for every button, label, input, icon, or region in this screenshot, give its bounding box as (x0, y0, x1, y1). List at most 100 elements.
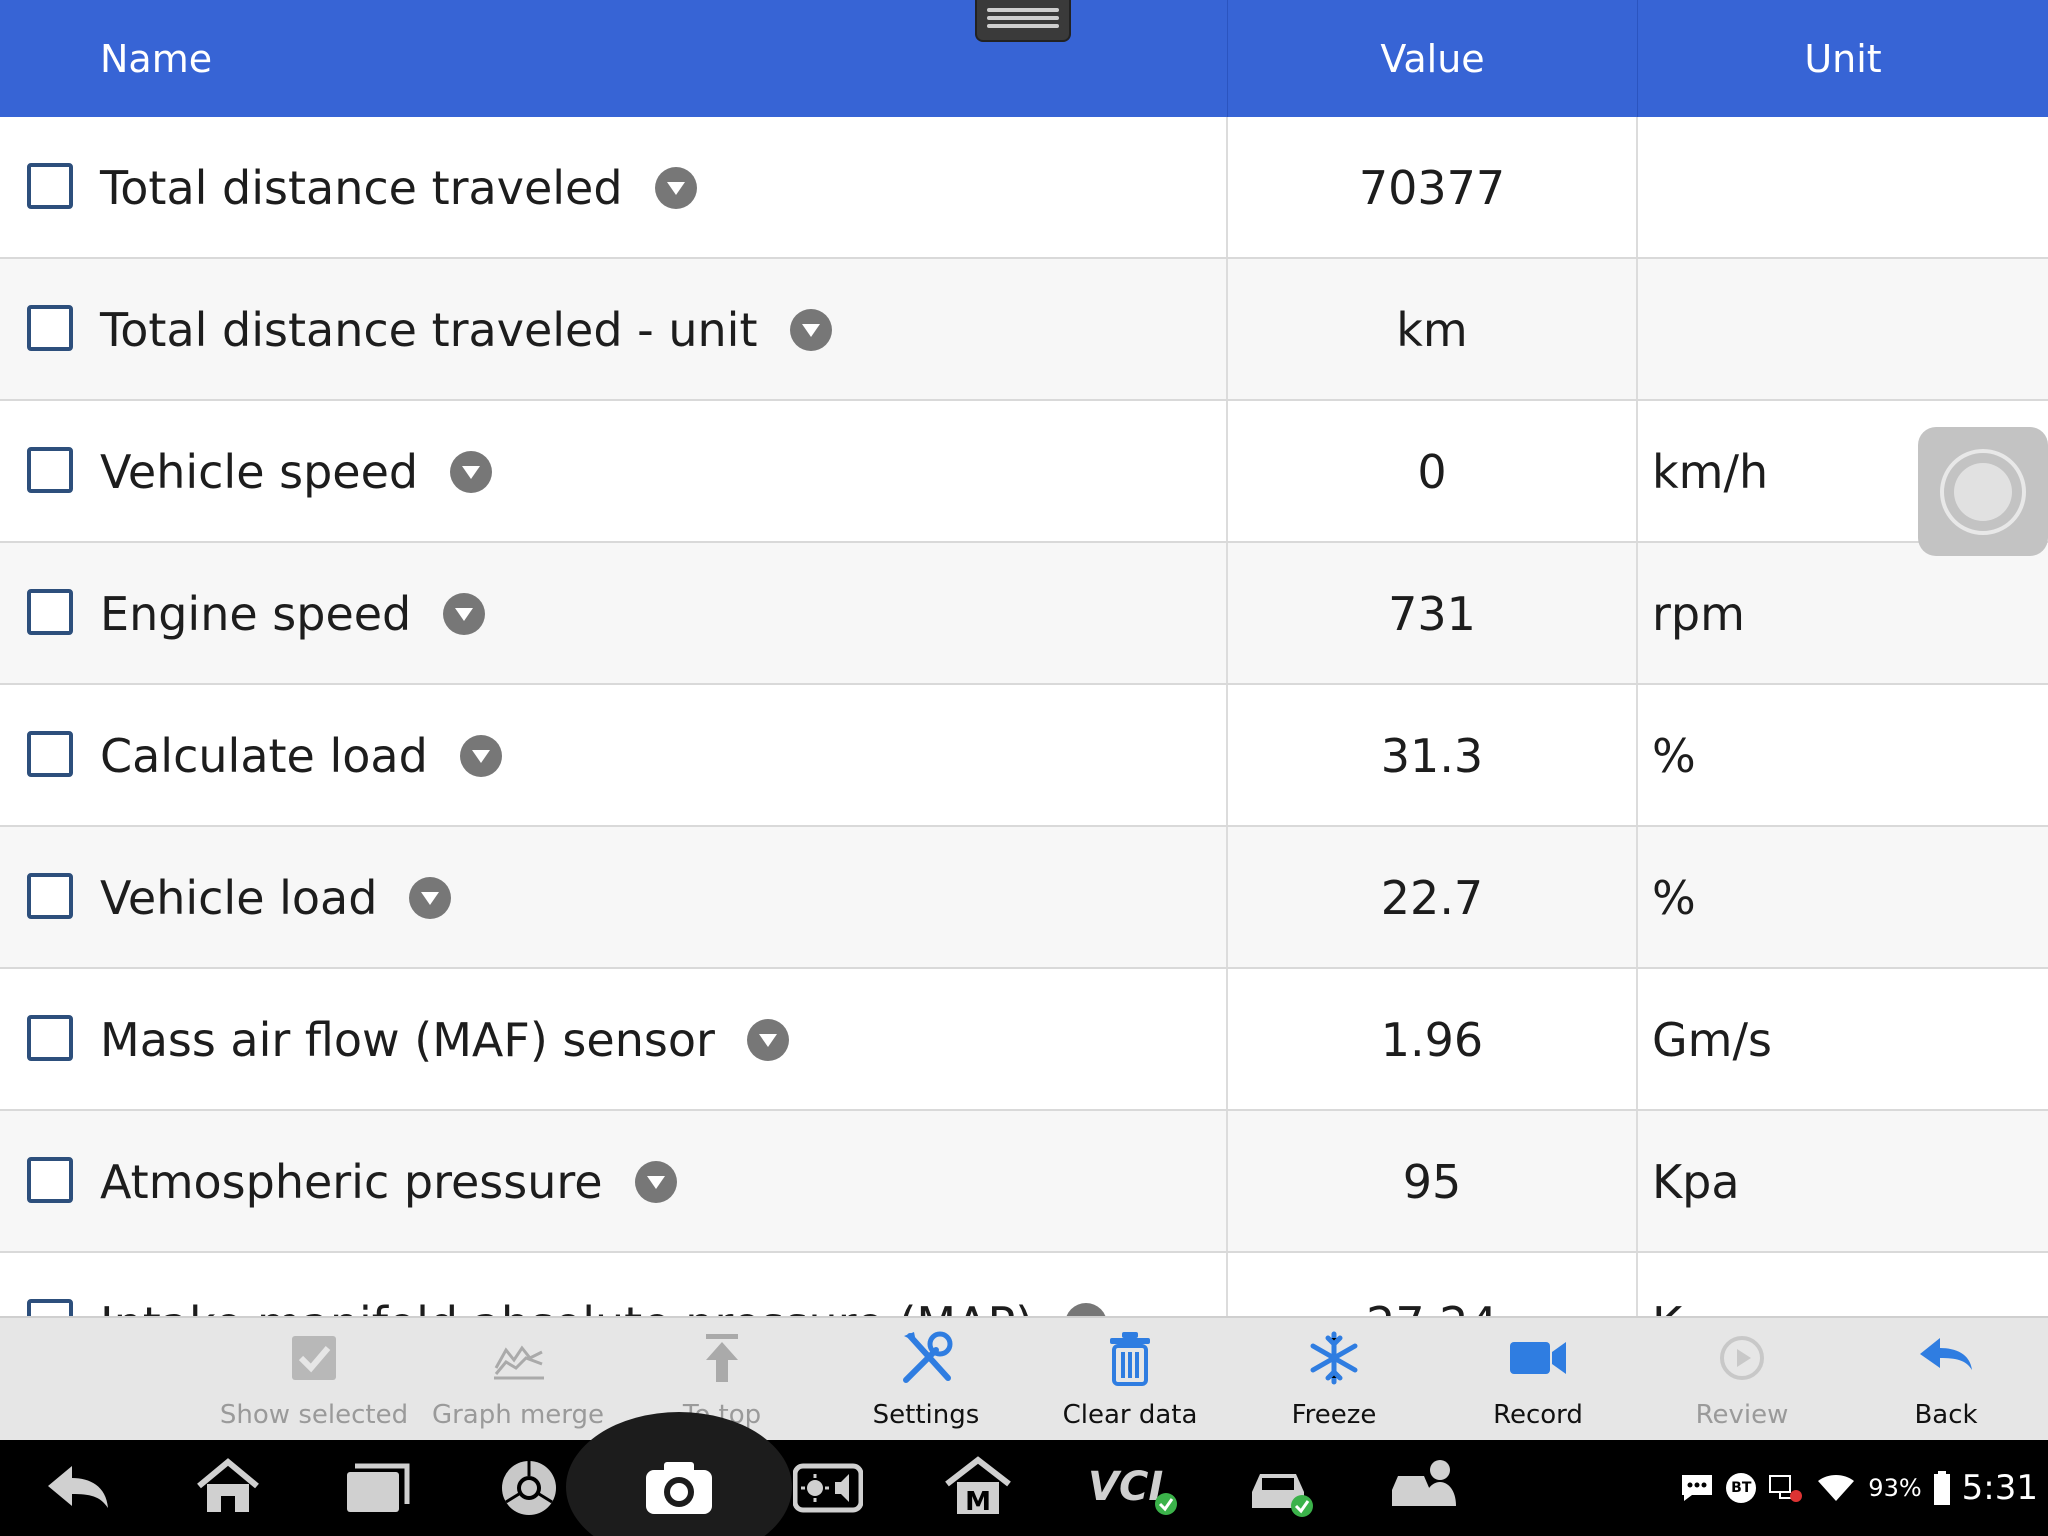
play-icon (1720, 1336, 1764, 1380)
camera-icon[interactable] (644, 1458, 714, 1518)
parameter-unit: K (1652, 1253, 1682, 1316)
parameter-name: Total distance traveled (100, 161, 623, 215)
live-data-table[interactable]: Total distance traveled 70377 Total dist… (0, 117, 2048, 1316)
parameter-name: Vehicle load (100, 871, 378, 925)
drawer-handle[interactable] (975, 0, 1071, 42)
table-row[interactable]: Mass air flow (MAF) sensor 1.96 Gm/s (0, 969, 2048, 1111)
bluetooth-label: BT (1731, 1480, 1752, 1496)
parameter-value: 731 (1388, 587, 1476, 641)
column-header-unit: Unit (1637, 0, 2048, 117)
row-checkbox[interactable] (27, 731, 73, 777)
chat-notification-icon (1682, 1475, 1713, 1501)
arrow-up-icon (706, 1334, 738, 1382)
parameter-value: 31.3 (1380, 729, 1484, 783)
parameter-unit: % (1652, 871, 1696, 925)
brightness-volume-icon[interactable] (793, 1458, 863, 1518)
table-row[interactable]: Total distance traveled 70377 (0, 117, 2048, 259)
parameter-value: 0 (1417, 445, 1447, 499)
recent-apps-icon[interactable] (343, 1458, 413, 1518)
status-bar: BT 93% 5:31 (1680, 1440, 2038, 1536)
battery-icon (1933, 1471, 1950, 1505)
review-button[interactable]: Review (1640, 1318, 1844, 1442)
record-button[interactable]: Record (1436, 1318, 1640, 1442)
clock: 5:31 (1961, 1468, 2038, 1508)
parameter-unit: Gm/s (1652, 1013, 1772, 1067)
freeze-button[interactable]: Freeze (1232, 1318, 1436, 1442)
vehicle-connected-icon[interactable] (1246, 1460, 1316, 1520)
table-row[interactable]: Vehicle load 22.7 % (0, 827, 2048, 969)
table-row[interactable]: Total distance traveled - unit km (0, 259, 2048, 401)
show-selected-button[interactable]: Show selected (212, 1318, 416, 1442)
dropdown-icon[interactable] (1065, 1303, 1108, 1316)
remote-expert-icon[interactable] (1388, 1456, 1458, 1516)
review-label: Review (1695, 1400, 1789, 1430)
vci-label: VCI (1088, 1464, 1163, 1510)
row-checkbox[interactable] (27, 1157, 73, 1203)
maxifix-home-icon[interactable]: M (943, 1456, 1013, 1516)
dropdown-icon[interactable] (450, 451, 493, 493)
column-header-name: Name (100, 36, 213, 81)
freeze-label: Freeze (1291, 1400, 1377, 1430)
bluetooth-icon: BT (1726, 1473, 1757, 1503)
parameter-name: Engine speed (100, 587, 412, 641)
parameter-unit: % (1652, 729, 1696, 783)
row-checkbox[interactable] (27, 163, 73, 209)
parameter-value: 95 (1402, 1155, 1462, 1209)
back-label: Back (1914, 1400, 1978, 1430)
dropdown-icon[interactable] (634, 1161, 677, 1203)
parameter-unit: km/h (1652, 445, 1769, 499)
row-checkbox[interactable] (27, 1015, 73, 1061)
back-icon[interactable] (44, 1458, 114, 1518)
dropdown-icon[interactable] (789, 309, 832, 351)
trash-icon (1110, 1332, 1150, 1386)
vci-status-icon[interactable]: VCI (1086, 1458, 1182, 1518)
home-icon[interactable] (193, 1456, 263, 1516)
row-checkbox[interactable] (27, 1299, 73, 1316)
maxifix-m-label: M (965, 1487, 991, 1516)
assistive-touch-button[interactable] (1918, 427, 2048, 556)
parameter-value: 1.96 (1380, 1013, 1484, 1067)
row-checkbox[interactable] (27, 873, 73, 919)
settings-button[interactable]: Settings (824, 1318, 1028, 1442)
table-row[interactable]: Atmospheric pressure 95 Kpa (0, 1111, 2048, 1253)
parameter-name: Calculate load (100, 729, 428, 783)
parameter-name: Mass air flow (MAF) sensor (100, 1013, 715, 1067)
show-selected-label: Show selected (219, 1400, 409, 1430)
parameter-value: km (1396, 303, 1468, 357)
back-button[interactable]: Back (1844, 1318, 2048, 1442)
chrome-icon[interactable] (494, 1458, 564, 1518)
parameter-name: Total distance traveled - unit (100, 303, 758, 357)
graph-merge-label: Graph merge (431, 1400, 605, 1430)
dropdown-icon[interactable] (459, 735, 502, 777)
parameter-name: Atmospheric pressure (100, 1155, 603, 1209)
table-row[interactable]: Calculate load 31.3 % (0, 685, 2048, 827)
graph-icon (494, 1345, 544, 1380)
table-row[interactable]: Engine speed 731 rpm (0, 543, 2048, 685)
parameter-name: Vehicle speed (100, 445, 419, 499)
parameter-unit: rpm (1652, 587, 1745, 641)
parameter-name: Intake manifold absolute pressure (MAP) (100, 1297, 1033, 1316)
battery-percentage: 93% (1868, 1474, 1922, 1502)
clear-data-button[interactable]: Clear data (1028, 1318, 1232, 1442)
row-checkbox[interactable] (27, 447, 73, 493)
dropdown-icon[interactable] (654, 167, 697, 209)
table-row[interactable]: Vehicle speed 0 km/h (0, 401, 2048, 543)
parameter-value: 27.24 (1228, 1253, 1636, 1316)
settings-label: Settings (872, 1400, 980, 1430)
function-toolbar: Show selected Graph merge To top Setting… (0, 1316, 2048, 1440)
record-label: Record (1493, 1400, 1583, 1430)
clear-data-label: Clear data (1062, 1400, 1198, 1430)
graph-merge-button[interactable]: Graph merge (416, 1318, 620, 1442)
row-checkbox[interactable] (27, 305, 73, 351)
dropdown-icon[interactable] (409, 877, 452, 919)
column-header-value: Value (1227, 0, 1637, 117)
tools-icon (903, 1331, 953, 1383)
row-checkbox[interactable] (27, 589, 73, 635)
parameter-value: 70377 (1358, 161, 1506, 215)
checkbox-icon (292, 1336, 336, 1380)
wifi-icon (1818, 1475, 1855, 1501)
back-arrow-icon (1920, 1338, 1972, 1370)
table-row[interactable]: Intake manifold absolute pressure (MAP) … (0, 1253, 2048, 1316)
dropdown-icon[interactable] (443, 593, 486, 635)
dropdown-icon[interactable] (746, 1019, 789, 1061)
